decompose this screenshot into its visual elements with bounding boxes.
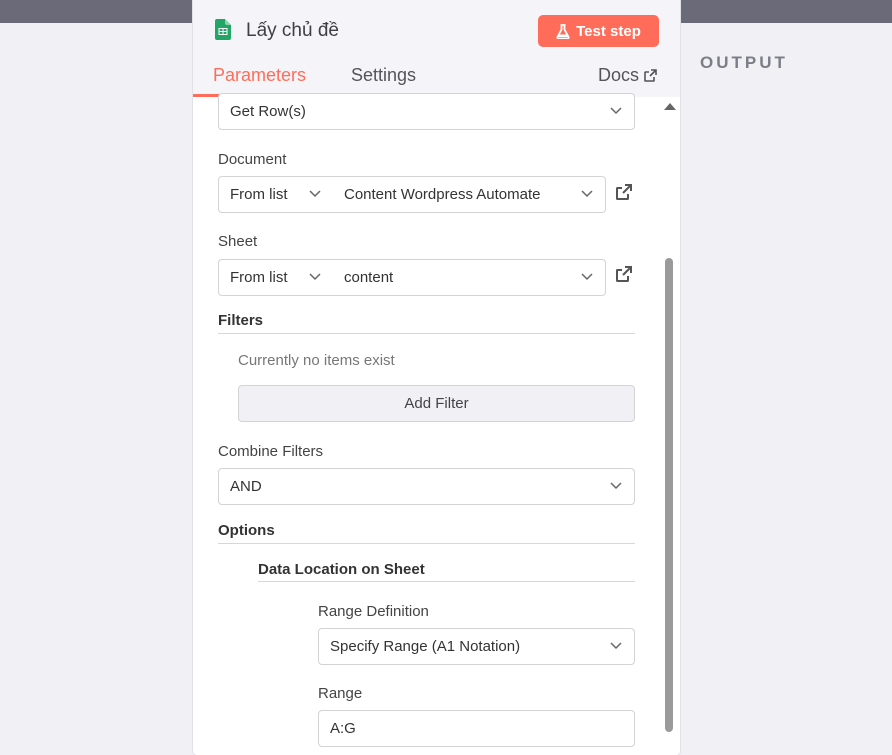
node-title: Lấy chủ đề [246,20,339,41]
chevron-down-icon [309,190,321,198]
sheet-select[interactable]: content [333,259,606,296]
document-select[interactable]: Content Wordpress Automate [333,176,606,213]
data-location-title: Data Location on Sheet [258,561,425,578]
open-sheet-external-icon[interactable] [615,265,633,283]
scrollbar-thumb[interactable] [665,258,673,732]
document-mode-value: From list [230,186,288,203]
google-sheets-icon [215,19,231,40]
filters-divider [218,333,635,334]
filters-empty-text: Currently no items exist [238,352,395,369]
tab-settings[interactable]: Settings [351,65,416,86]
range-value: A:G [330,720,356,737]
options-title: Options [218,522,275,539]
chevron-down-icon [610,642,622,650]
chevron-down-icon [309,273,321,281]
range-definition-select[interactable]: Specify Range (A1 Notation) [318,628,635,665]
sheet-value: content [344,269,394,286]
sheet-mode-value: From list [230,269,288,286]
range-definition-value: Specify Range (A1 Notation) [330,638,521,655]
test-step-button[interactable]: Test step [538,15,659,47]
document-label: Document [218,151,287,168]
chevron-down-icon [610,107,622,115]
scroll-up-arrow-icon[interactable] [664,103,676,110]
options-divider [218,543,635,544]
panel-header: Lấy chủ đề Test step Parameters Settings… [193,0,680,97]
sheet-mode-select[interactable]: From list [218,259,334,296]
sheet-label: Sheet [218,233,258,250]
operation-value: Get Row(s) [230,103,306,120]
chevron-down-icon [581,273,593,281]
docs-label: Docs [598,65,640,85]
flask-icon [556,23,570,39]
document-value: Content Wordpress Automate [344,186,541,203]
document-mode-select[interactable]: From list [218,176,334,213]
filters-title: Filters [218,312,264,329]
chevron-down-icon [610,482,622,490]
tab-parameters[interactable]: Parameters [213,65,306,86]
open-document-external-icon[interactable] [615,183,633,201]
range-label: Range [318,685,363,702]
range-definition-label: Range Definition [318,603,429,620]
operation-select[interactable]: Get Row(s) [218,93,635,130]
node-parameters-panel: Lấy chủ đề Test step Parameters Settings… [193,0,680,755]
combine-filters-select[interactable]: AND [218,468,635,505]
output-panel-title: OUTPUT [700,53,788,72]
data-location-divider [258,581,635,582]
combine-filters-label: Combine Filters [218,443,324,460]
external-link-icon [644,69,657,82]
docs-link[interactable]: Docs [598,65,657,86]
add-filter-button[interactable]: Add Filter [238,385,635,422]
range-input[interactable]: A:G [318,710,635,747]
combine-filters-value: AND [230,478,262,495]
chevron-down-icon [581,190,593,198]
test-step-label: Test step [576,22,641,40]
